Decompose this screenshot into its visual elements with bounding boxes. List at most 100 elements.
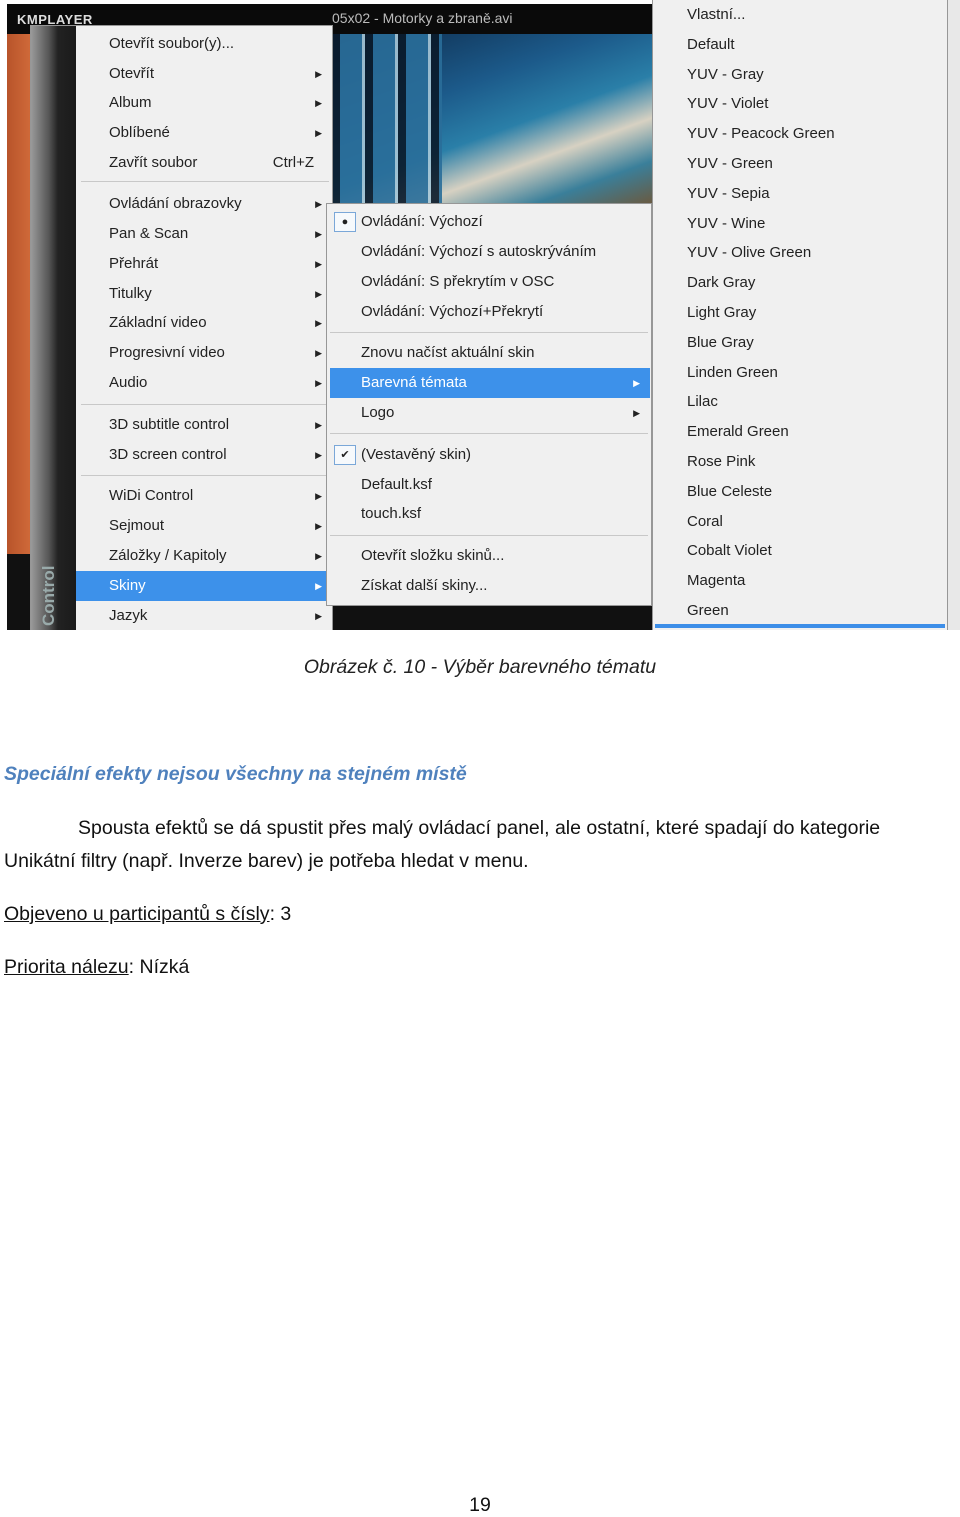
menu-item[interactable]: Záložky / Kapitoly ▶ bbox=[76, 541, 332, 571]
submenu-arrow-icon: ▶ bbox=[315, 348, 322, 358]
menu-item[interactable]: Otevřít složku skinů... bbox=[330, 541, 650, 571]
theme-item[interactable]: YUV - Green bbox=[656, 149, 946, 179]
theme-item[interactable]: Magenta bbox=[656, 566, 946, 596]
theme-item[interactable]: Lilac bbox=[656, 387, 946, 417]
theme-item[interactable]: Blue Celeste bbox=[656, 477, 946, 507]
submenu-arrow-icon: ▶ bbox=[315, 199, 322, 209]
priority-label: Priorita nálezu bbox=[4, 956, 129, 978]
menu-item[interactable]: Progresivní video ▶ bbox=[76, 338, 332, 368]
menu-item[interactable]: ● Ovládání: Výchozí bbox=[330, 207, 650, 237]
menu-separator bbox=[81, 404, 329, 405]
theme-item[interactable]: Dark Gray bbox=[656, 268, 946, 298]
theme-item[interactable]: YUV - Sepia bbox=[656, 179, 946, 209]
menu-item-label: Záložky / Kapitoly bbox=[109, 547, 227, 564]
menu-sidebar-label: Control bbox=[39, 565, 58, 626]
themes-submenu: Vlastní... Default YUV - Gray YUV - Violet Y… bbox=[652, 0, 948, 630]
menu-item[interactable]: Ovládání: Výchozí+Překrytí bbox=[330, 297, 650, 327]
theme-item[interactable]: Blue Gray bbox=[656, 328, 946, 358]
menu-item-label: Jazyk bbox=[109, 607, 148, 624]
submenu-arrow-icon: ▶ bbox=[315, 491, 322, 501]
priority-line: Priorita nálezu: Nízká bbox=[4, 956, 189, 979]
video-background bbox=[7, 34, 31, 554]
theme-item[interactable]: Coral bbox=[656, 507, 946, 537]
menu-sidebar bbox=[31, 26, 76, 630]
menu-item[interactable]: Sejmout ▶ bbox=[76, 511, 332, 541]
found-line: Objeveno u participantů s čísly: 3 bbox=[4, 903, 291, 926]
found-value: : 3 bbox=[269, 903, 292, 925]
menu-item[interactable]: Zavřít soubor Ctrl+Z bbox=[76, 148, 332, 178]
menu-item-label: Přehrát bbox=[109, 255, 159, 272]
menu-item[interactable]: Otevřít ▶ bbox=[76, 59, 332, 89]
menu-item[interactable]: ✔ (Vestavěný skin) bbox=[330, 440, 650, 470]
kmplayer-screenshot: KMPLAYER 05x02 - Motorky a zbraně.avi Co… bbox=[0, 0, 960, 630]
menu-item-label: touch.ksf bbox=[361, 505, 422, 522]
menu-item[interactable]: Ovládání obrazovky ▶ bbox=[76, 189, 332, 219]
menu-item[interactable]: Ovládání: Výchozí s autoskrýváním bbox=[330, 237, 650, 267]
menu-item[interactable]: Titulky ▶ bbox=[76, 279, 332, 309]
theme-item[interactable]: Rose Pink bbox=[656, 447, 946, 477]
menu-scroll-indicator bbox=[655, 624, 945, 628]
menu-separator bbox=[330, 535, 648, 536]
file-title: 05x02 - Motorky a zbraně.avi bbox=[332, 10, 513, 26]
menu-item[interactable]: Barevná témata ▶ bbox=[330, 368, 650, 398]
menu-item[interactable]: 3D subtitle control ▶ bbox=[76, 410, 332, 440]
menu-item[interactable]: 3D screen control ▶ bbox=[76, 440, 332, 470]
menu-item-label: Znovu načíst aktuální skin bbox=[361, 344, 535, 361]
menu-item-label: WiDi Control bbox=[109, 487, 194, 504]
menu-item[interactable]: Otevřít soubor(y)... bbox=[76, 29, 332, 59]
figure-caption: Obrázek č. 10 - Výběr barevného tématu bbox=[303, 656, 657, 678]
submenu-arrow-icon: ▶ bbox=[315, 98, 322, 108]
menu-item[interactable]: Default.ksf bbox=[330, 470, 650, 500]
menu-item-label: Logo bbox=[361, 404, 395, 421]
priority-value: : Nízká bbox=[128, 956, 190, 978]
menu-item-label: Základní video bbox=[109, 314, 207, 331]
menu-item-label: 3D subtitle control bbox=[109, 416, 230, 433]
menu-item[interactable]: Skiny ▶ bbox=[76, 571, 332, 601]
theme-item[interactable]: YUV - Violet bbox=[656, 89, 946, 119]
menu-item-label: Zavřít soubor bbox=[109, 154, 198, 171]
menu-separator bbox=[330, 433, 648, 434]
theme-item[interactable]: YUV - Peacock Green bbox=[656, 119, 946, 149]
video-building bbox=[332, 34, 442, 204]
theme-item[interactable]: Vlastní... bbox=[656, 0, 946, 30]
menu-item[interactable]: Audio ▶ bbox=[76, 368, 332, 398]
theme-item[interactable]: Emerald Green bbox=[656, 417, 946, 447]
menu-separator bbox=[81, 181, 329, 182]
theme-item[interactable]: Linden Green bbox=[656, 358, 946, 388]
menu-item-label: Barevná témata bbox=[361, 374, 467, 391]
menu-item[interactable]: Znovu načíst aktuální skin bbox=[330, 338, 650, 368]
paragraph-line-1: Spousta efektů se dá spustit přes malý o… bbox=[78, 817, 881, 839]
submenu-arrow-icon: ▶ bbox=[315, 69, 322, 79]
submenu-arrow-icon: ▶ bbox=[315, 128, 322, 138]
page-number: 19 bbox=[469, 1494, 491, 1516]
theme-item[interactable]: Default bbox=[656, 30, 946, 60]
menu-item[interactable]: Jazyk ▶ bbox=[76, 601, 332, 630]
submenu-arrow-icon: ▶ bbox=[315, 420, 322, 430]
theme-item[interactable]: YUV - Olive Green bbox=[656, 238, 946, 268]
theme-item[interactable]: YUV - Gray bbox=[656, 60, 946, 90]
theme-item[interactable]: Green bbox=[656, 596, 946, 626]
submenu-arrow-icon: ▶ bbox=[315, 521, 322, 531]
background-strip bbox=[948, 0, 960, 630]
menu-item[interactable]: Oblíbené ▶ bbox=[76, 118, 332, 148]
menu-item[interactable]: touch.ksf bbox=[330, 499, 650, 529]
menu-item-label: Default.ksf bbox=[361, 476, 432, 493]
theme-item[interactable]: YUV - Wine bbox=[656, 209, 946, 239]
submenu-arrow-icon: ▶ bbox=[315, 318, 322, 328]
menu-item-label: 3D screen control bbox=[109, 446, 227, 463]
menu-item[interactable]: Základní video ▶ bbox=[76, 308, 332, 338]
menu-item[interactable]: Ovládání: S překrytím v OSC bbox=[330, 267, 650, 297]
menu-item-label: Ovládání: Výchozí+Překrytí bbox=[361, 303, 544, 320]
menu-item[interactable]: Album ▶ bbox=[76, 88, 332, 118]
theme-item[interactable]: Light Gray bbox=[656, 298, 946, 328]
menu-item[interactable]: Pan & Scan ▶ bbox=[76, 219, 332, 249]
menu-item[interactable]: Přehrát ▶ bbox=[76, 249, 332, 279]
submenu-arrow-icon: ▶ bbox=[315, 289, 322, 299]
menu-item[interactable]: Logo ▶ bbox=[330, 398, 650, 428]
menu-item[interactable]: WiDi Control ▶ bbox=[76, 481, 332, 511]
paragraph-line-2: Unikátní filtry (např. Inverze barev) je… bbox=[4, 850, 529, 872]
menu-item-label: Pan & Scan bbox=[109, 225, 189, 242]
submenu-arrow-icon: ▶ bbox=[633, 378, 640, 388]
menu-item[interactable]: Získat další skiny... bbox=[330, 571, 650, 601]
theme-item[interactable]: Cobalt Violet bbox=[656, 536, 946, 566]
